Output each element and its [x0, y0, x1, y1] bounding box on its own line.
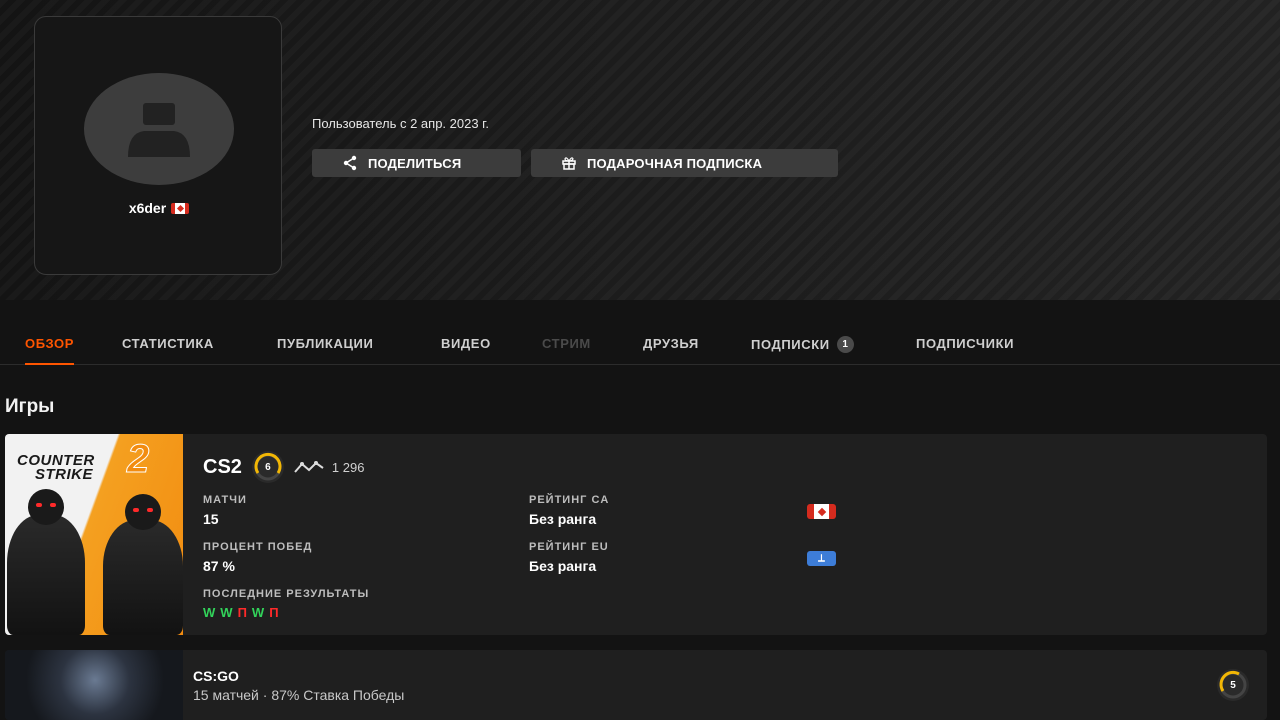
profile-tabs: ОБЗОР СТАТИСТИКА ПУБЛИКАЦИИ ВИДЕО СТРИМ … — [0, 330, 1280, 365]
nickname-row: x6der — [35, 200, 283, 216]
tab-video-label: ВИДЕО — [441, 336, 491, 351]
user-silhouette-icon — [128, 103, 190, 157]
tab-overview-label: ОБЗОР — [25, 336, 75, 351]
result-item: W — [203, 605, 216, 620]
cs2-header: CS2 6 1 296 — [203, 451, 364, 483]
tab-friends[interactable]: ДРУЗЬЯ — [643, 336, 699, 351]
tab-stream-label: СТРИМ — [542, 336, 591, 351]
winrate-value: 87 % — [203, 558, 235, 574]
csgo-title: CS:GO — [193, 668, 239, 684]
rating-eu-label: РЕЙТИНГ EU — [529, 541, 609, 553]
tab-friends-label: ДРУЗЬЯ — [643, 336, 699, 351]
tab-overview[interactable]: ОБЗОР — [25, 336, 75, 365]
region-eu-icon: ⟂ — [807, 551, 836, 566]
nickname: x6der — [128, 200, 167, 216]
share-button-label: ПОДЕЛИТЬСЯ — [368, 155, 462, 171]
avatar — [84, 73, 234, 185]
tab-subscriptions[interactable]: ПОДПИСКИ 1 — [751, 336, 854, 353]
rating-eu-value: Без ранга — [529, 558, 597, 574]
share-button[interactable]: ПОДЕЛИТЬСЯ — [312, 149, 521, 177]
rating-ca-label: РЕЙТИНГ CA — [529, 494, 610, 506]
result-item: П — [237, 605, 247, 620]
soldier-figure-left — [7, 489, 85, 635]
tab-statistics[interactable]: СТАТИСТИКА — [122, 336, 214, 351]
member-since: Пользователь с 2 апр. 2023 г. — [312, 116, 489, 131]
profile-actions: ПОДЕЛИТЬСЯ ПОДАРОЧНАЯ ПОДПИСКА — [312, 149, 838, 177]
cover-logo-number: 2 — [127, 437, 150, 481]
share-icon — [343, 155, 357, 171]
matches-label: МАТЧИ — [203, 494, 247, 506]
matches-value: 15 — [203, 511, 219, 527]
elo-trend-icon — [294, 461, 324, 473]
tab-video[interactable]: ВИДЕО — [441, 336, 491, 351]
cs2-cover-logo: COUNTER STRIKE 2 — [17, 439, 150, 483]
csgo-skill-level-badge: 5 — [1217, 669, 1249, 701]
csgo-skill-level-value: 5 — [1230, 679, 1236, 691]
elo-value: 1 296 — [331, 459, 365, 475]
result-item: П — [269, 605, 279, 620]
elo-info: 1 296 — [294, 459, 365, 475]
skill-level-badge: 6 — [251, 451, 284, 483]
gift-button-label: ПОДАРОЧНАЯ ПОДПИСКА — [587, 155, 763, 171]
tab-stream: СТРИМ — [542, 336, 591, 351]
rating-ca-value: Без ранга — [529, 511, 597, 527]
subscriptions-count-badge: 1 — [836, 336, 854, 353]
tab-subscribers[interactable]: ПОДПИСЧИКИ — [916, 336, 1014, 351]
recent-results: W W П W П — [203, 605, 279, 620]
soldier-figure-right — [103, 494, 183, 635]
tab-subscriptions-label: ПОДПИСКИ — [751, 337, 830, 352]
tab-statistics-label: СТАТИСТИКА — [122, 336, 214, 351]
game-card-cs2[interactable]: COUNTER STRIKE 2 CS2 6 1 296 МАТЧИ 15 ПР… — [5, 434, 1267, 635]
tab-subscribers-label: ПОДПИСЧИКИ — [916, 336, 1015, 351]
tab-publications[interactable]: ПУБЛИКАЦИИ — [277, 336, 373, 351]
profile-card: x6der — [34, 16, 282, 275]
profile-banner: x6der Пользователь с 2 апр. 2023 г. ПОДЕ… — [0, 0, 1280, 300]
cs2-title: CS2 — [203, 455, 242, 478]
csgo-summary: 15 матчей · 87% Ставка Победы — [193, 687, 405, 703]
cs2-cover-image: COUNTER STRIKE 2 — [5, 434, 183, 635]
tab-publications-label: ПУБЛИКАЦИИ — [277, 336, 374, 351]
winrate-label: ПРОЦЕНТ ПОБЕД — [203, 541, 313, 553]
result-item: W — [251, 605, 265, 620]
skill-level-value: 6 — [265, 461, 271, 473]
flag-canada-icon — [171, 202, 190, 214]
csgo-cover-image — [5, 650, 183, 720]
gift-icon — [562, 157, 576, 170]
gift-subscription-button[interactable]: ПОДАРОЧНАЯ ПОДПИСКА — [531, 149, 838, 177]
flag-canada-icon — [807, 504, 836, 519]
recent-results-label: ПОСЛЕДНИЕ РЕЗУЛЬТАТЫ — [203, 588, 370, 600]
game-card-csgo[interactable]: CS:GO 15 матчей · 87% Ставка Победы 5 — [5, 650, 1267, 720]
games-section-title: Игры — [5, 396, 55, 417]
result-item: W — [220, 605, 233, 620]
cover-logo-line2: STRIKE — [35, 466, 94, 483]
